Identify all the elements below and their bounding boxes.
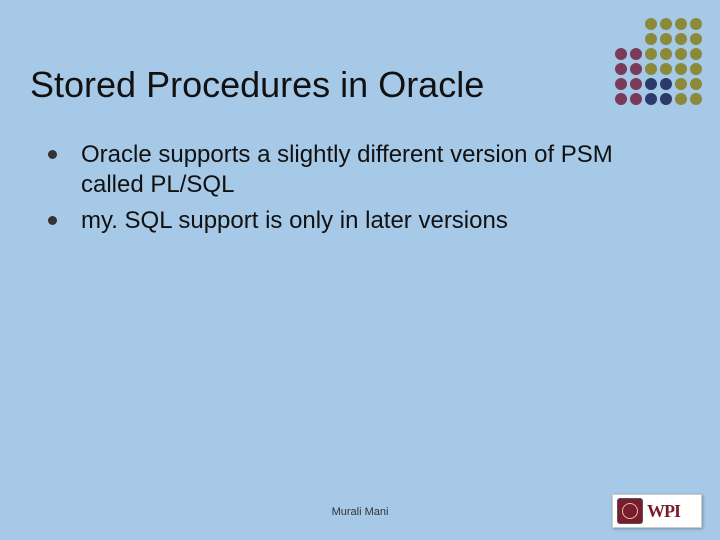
dot-icon [690, 18, 702, 30]
dot-icon [630, 78, 642, 90]
dot-icon [645, 78, 657, 90]
dot-icon [660, 33, 672, 45]
footer-author: Murali Mani [332, 506, 389, 518]
wpi-seal-icon [617, 498, 643, 524]
dot-icon [615, 78, 627, 90]
dot-icon [660, 63, 672, 75]
dot-icon [630, 33, 642, 45]
bullet-item: my. SQL support is only in later version… [48, 206, 660, 236]
dot-icon [675, 93, 687, 105]
dot-icon [630, 48, 642, 60]
dot-icon [690, 78, 702, 90]
dot-icon [630, 63, 642, 75]
slide-title: Stored Procedures in Oracle [30, 64, 484, 106]
dot-icon [660, 78, 672, 90]
dot-icon [615, 33, 627, 45]
dot-icon [645, 93, 657, 105]
dot-icon [615, 93, 627, 105]
logo-text: WPI [647, 501, 680, 522]
dot-icon [615, 48, 627, 60]
dot-icon [615, 18, 627, 30]
slide-body: Oracle supports a slightly different ver… [48, 140, 660, 242]
dot-icon [645, 48, 657, 60]
bullet-icon [48, 150, 57, 159]
dot-icon [645, 18, 657, 30]
dot-icon [690, 48, 702, 60]
dot-icon [675, 18, 687, 30]
dot-icon [675, 33, 687, 45]
bullet-item: Oracle supports a slightly different ver… [48, 140, 660, 200]
dot-icon [615, 63, 627, 75]
bullet-text: my. SQL support is only in later version… [81, 206, 508, 236]
dot-icon [645, 63, 657, 75]
bullet-icon [48, 216, 57, 225]
dot-icon [630, 18, 642, 30]
dot-icon [630, 93, 642, 105]
dot-icon [690, 33, 702, 45]
dot-icon [690, 93, 702, 105]
dot-icon [675, 78, 687, 90]
bullet-text: Oracle supports a slightly different ver… [81, 140, 660, 200]
dot-icon [690, 63, 702, 75]
dot-icon [645, 33, 657, 45]
dot-icon [660, 48, 672, 60]
dot-icon [675, 63, 687, 75]
dot-icon [675, 48, 687, 60]
dot-icon [660, 93, 672, 105]
decorative-dot-grid [615, 18, 702, 105]
footer-logo: WPI [612, 494, 702, 528]
dot-icon [660, 18, 672, 30]
